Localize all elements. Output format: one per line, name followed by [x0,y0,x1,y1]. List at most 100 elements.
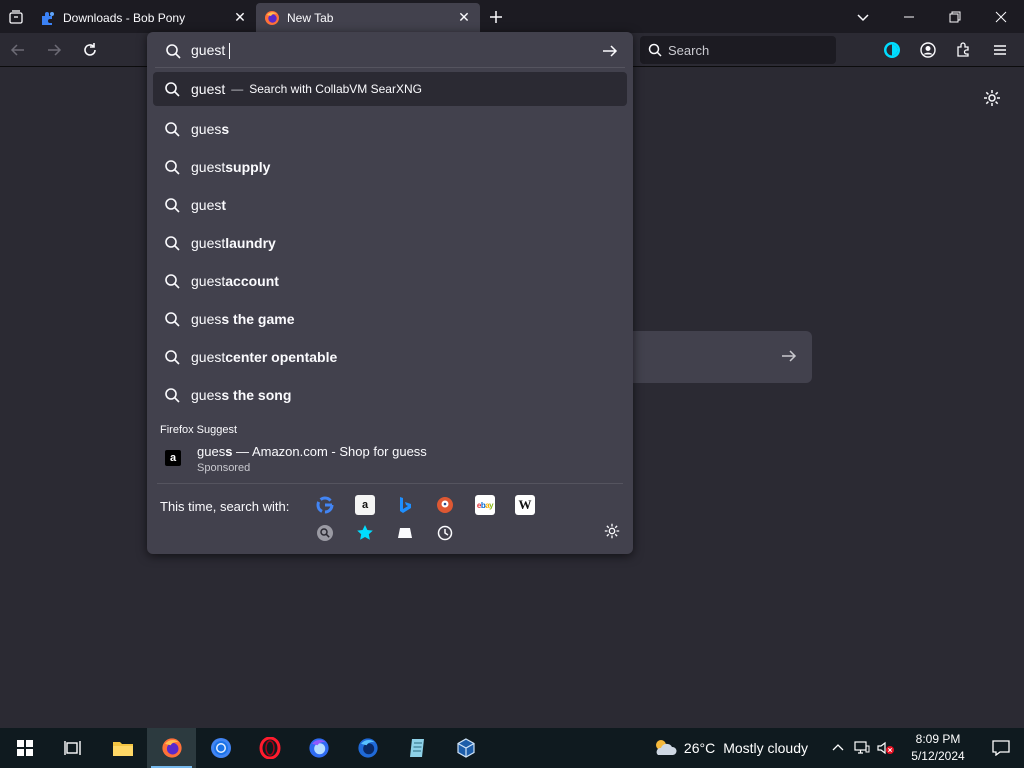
tab-close-icon[interactable]: ✕ [232,9,248,26]
clock-time: 8:09 PM [915,732,961,746]
suggestion-completion: t [221,197,227,213]
account-icon [920,42,936,58]
extension-button[interactable] [874,33,910,67]
tabs-icon[interactable] [395,523,415,543]
chevron-down-icon [857,13,869,21]
chrome-taskbar-button[interactable] [196,728,245,768]
suggestion-typed: guest [191,273,226,289]
suggestion-typed: guest [191,235,226,251]
new-tab-button[interactable] [480,0,512,33]
firefox-developer-taskbar-button[interactable] [294,728,343,768]
firefox-taskbar-button[interactable] [147,728,196,768]
search-suggestion-row[interactable]: gues t [153,186,627,224]
search-icon-wrap [153,311,191,327]
tab-close-icon[interactable]: ✕ [456,9,472,26]
suggestion-completion: s [221,121,230,137]
tab-new-tab[interactable]: New Tab ✕ [256,3,480,32]
close-window-button[interactable] [978,0,1024,33]
forward-button[interactable] [36,33,72,67]
opera-taskbar-button[interactable] [245,728,294,768]
search-bar[interactable]: Search [640,36,836,64]
action-center-button[interactable] [978,728,1024,768]
network-icon [854,741,870,754]
chevron-up-icon [832,744,844,751]
app-menu-button[interactable] [982,33,1018,67]
sponsored-suggestion-row[interactable]: a guess — Amazon.com - Shop for guess Sp… [157,442,627,478]
speaker-muted-icon [877,741,894,755]
search-icon [648,43,662,57]
firefox-nightly-taskbar-button[interactable] [343,728,392,768]
file-explorer-button[interactable] [98,728,147,768]
virtualbox-taskbar-button[interactable] [441,728,490,768]
search-suggestion-row[interactable]: gues s the game [153,300,627,338]
minimize-button[interactable] [886,0,932,33]
start-button[interactable] [0,728,49,768]
search-icon [165,236,180,251]
amazon-favicon: a [165,450,181,466]
address-bar-input[interactable]: guest [155,34,625,68]
search-suggestion-row[interactable]: guest center opentable [153,338,627,376]
search-icon [165,198,180,213]
bing-icon[interactable] [395,495,415,515]
sponsored-label: Sponsored [197,462,251,474]
tab-strip: Downloads - Bob Pony ✕ New Tab ✕ [0,0,1024,33]
show-hidden-icons-button[interactable] [826,728,850,768]
divider [157,483,623,484]
bookmarks-star-icon[interactable] [355,523,375,543]
suggestion-completion: account [225,273,279,289]
tabs-dropdown-button[interactable] [840,0,886,33]
search-suggestion-row[interactable]: gues s [153,110,627,148]
search-icon-wrap [153,121,191,137]
search-icon-wrap [153,349,191,365]
clock[interactable]: 8:09 PM 5/12/2024 [898,731,978,765]
history-clock-icon[interactable] [435,523,455,543]
firefox-suggest-label: Firefox Suggest [160,424,238,436]
account-button[interactable] [910,33,946,67]
network-button[interactable] [850,728,874,768]
restore-icon [949,11,961,22]
extensions-button[interactable] [946,33,982,67]
suggestion-completion: s the song [221,387,292,403]
go-button[interactable] [601,42,619,65]
suggestion-typed: gues [191,311,222,327]
search-suggestion-row[interactable]: guest supply [153,148,627,186]
weather-widget[interactable]: 26°C Mostly cloudy [652,738,808,758]
task-view-icon [63,741,81,755]
search-icon-wrap [153,159,191,175]
suggestion-typed: guest [191,159,226,175]
task-view-button[interactable] [49,728,98,768]
duckduckgo-icon[interactable] [435,495,455,515]
suggestion-completion: supply [225,159,271,175]
back-button[interactable] [0,33,36,67]
suggestion-list: guest — Search with CollabVM SearXNG gue… [153,72,627,414]
search-suggestion-row[interactable]: gues s the song [153,376,627,414]
forward-arrow-icon [48,43,62,56]
tab-downloads[interactable]: Downloads - Bob Pony ✕ [32,3,256,32]
notepad-taskbar-button[interactable] [392,728,441,768]
ebay-icon[interactable]: ebay [475,495,495,515]
toolbar-right-icons [874,33,1018,67]
reload-button[interactable] [72,33,108,67]
firefox-developer-icon [308,738,329,758]
close-icon [995,11,1007,22]
new-tab-search-box[interactable] [632,331,812,383]
plus-icon [490,10,502,23]
clock-date: 5/12/2024 [911,749,965,763]
heuristic-search-row[interactable]: guest — Search with CollabVM SearXNG [153,72,627,106]
amazon-icon[interactable]: a [355,495,375,515]
volume-button[interactable] [874,728,898,768]
search-settings-button[interactable] [603,522,621,545]
search-suggestion-row[interactable]: guest laundry [153,224,627,262]
wikipedia-icon[interactable]: W [515,495,535,515]
searxng-icon[interactable] [315,523,335,543]
search-icon-wrap [153,387,191,403]
restore-button[interactable] [932,0,978,33]
search-suggestion-row[interactable]: guest account [153,262,627,300]
google-icon[interactable] [315,495,335,515]
search-icon-wrap [153,197,191,213]
search-icon-wrap [153,273,191,289]
customize-new-tab-button[interactable] [982,88,1002,113]
list-all-tabs-button[interactable] [0,0,32,33]
sponsored-title: guess — Amazon.com - Shop for guess [197,444,427,459]
tab-title: Downloads - Bob Pony [63,10,186,25]
